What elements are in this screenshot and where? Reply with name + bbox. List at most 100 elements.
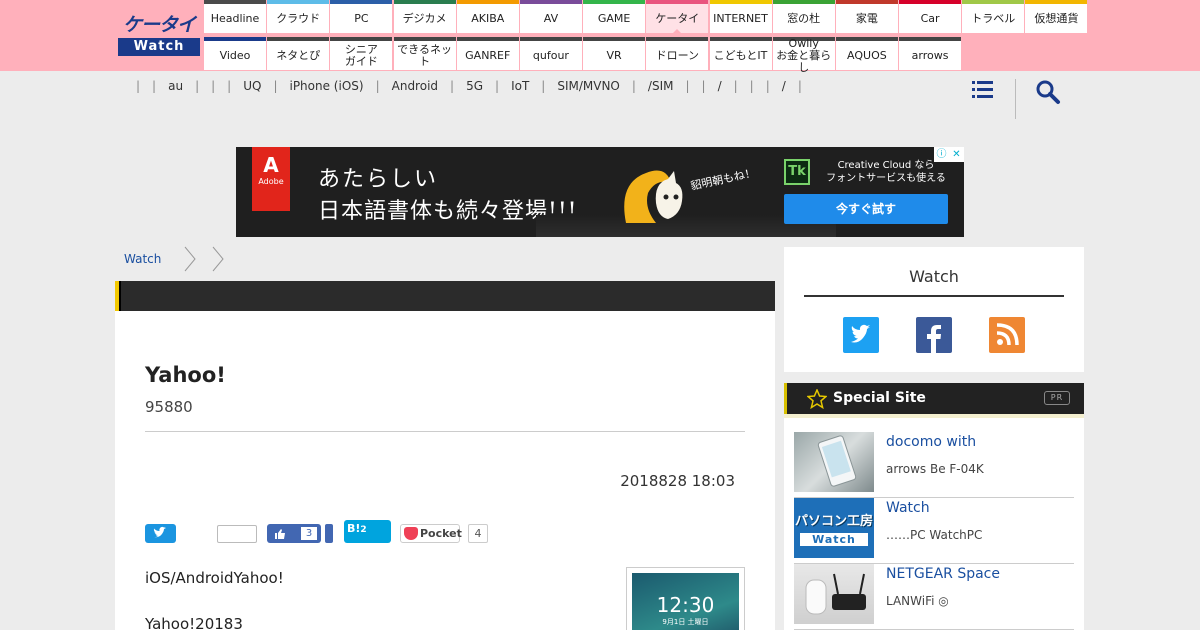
adobe-logo: A Adobe	[252, 147, 290, 211]
article-title: Yahoo!	[145, 363, 226, 387]
lockscreen-date: 9月1日 土曜日	[662, 618, 709, 626]
subnav-separator: |	[195, 79, 200, 93]
special-site-header: Special Site PR	[784, 383, 1084, 414]
special-site-item[interactable]: docomo with arrows Be F-04K	[794, 432, 1074, 498]
subnav-separator: |	[227, 79, 232, 93]
pocket-icon	[404, 527, 418, 540]
subnav-separator: |	[495, 79, 500, 93]
nav-item[interactable]: デジカメ	[393, 0, 456, 33]
nav-item[interactable]: AV	[519, 0, 582, 33]
like-count: 3	[301, 527, 317, 540]
subnav-separator: |	[685, 79, 690, 93]
nav-item[interactable]: PC	[330, 0, 393, 33]
nav-item[interactable]: Headline	[204, 0, 266, 33]
subnav-item[interactable]: IoT	[505, 79, 535, 93]
chevron-right-icon	[184, 246, 197, 272]
article-image[interactable]: 12:30 9月1日 土曜日	[626, 567, 745, 630]
breadcrumb-item[interactable]: Watch	[124, 252, 161, 266]
subnav-separator: |	[375, 79, 380, 93]
pocket-button[interactable]: Pocket	[400, 524, 462, 543]
chevron-right-icon	[212, 246, 225, 272]
breadcrumb: Watch	[124, 245, 239, 273]
twitter-icon	[851, 324, 870, 343]
nav-item[interactable]: arrows	[899, 37, 962, 70]
site-header: ケータイ Watch Headline クラウド PC デジカメ AKIBA AV GAME…	[0, 0, 1200, 73]
search-icon[interactable]	[1034, 78, 1062, 106]
ad-cta-button[interactable]: 今すぐ試す	[784, 194, 948, 224]
nav-item[interactable]: ネタとぴ	[267, 37, 330, 70]
nav-item[interactable]: Owlly お金と暮らし	[772, 37, 835, 73]
nav-item[interactable]: 窓の杜	[772, 0, 835, 33]
nav-item[interactable]: クラウド	[267, 0, 330, 33]
special-site-item[interactable]: パソコン工房 Watch Watch ……PC WatchPC	[794, 498, 1074, 564]
nav-item[interactable]: AQUOS	[835, 37, 898, 70]
rss-follow-button[interactable]	[989, 317, 1025, 353]
subnav-item[interactable]: iPhone (iOS)	[283, 79, 369, 93]
subnav-item[interactable]: /	[712, 79, 728, 93]
nav-item[interactable]: GANREF	[456, 37, 519, 70]
phone-image	[817, 435, 857, 487]
subnav-separator: |	[749, 79, 754, 93]
nav-item[interactable]: トラベル	[962, 0, 1025, 33]
subnav-separator: |	[765, 79, 770, 93]
subnav-separator: |	[450, 79, 455, 93]
site-logo[interactable]: ケータイ Watch	[118, 12, 200, 56]
nav-item[interactable]: Car	[899, 0, 962, 33]
subnav-item[interactable]: /SIM	[642, 79, 680, 93]
special-item-title[interactable]: docomo with	[886, 434, 976, 450]
router-thumbnail	[794, 564, 874, 624]
sub-nav: | | au | | | UQ | iPhone (iOS) | Android | 5G | IoT | SI…	[130, 79, 808, 93]
subnav-item[interactable]: Android	[386, 79, 444, 93]
follow-box: Watch	[784, 247, 1084, 372]
nav-item[interactable]: qufour	[519, 37, 582, 70]
logo-bottom-text: Watch	[118, 38, 200, 56]
facebook-icon	[927, 325, 941, 353]
special-site-item[interactable]: NETGEAR Space LANWiFi ◎	[794, 564, 1074, 630]
nav-item[interactable]: ドローン	[646, 37, 709, 70]
facebook-share-count	[217, 525, 257, 543]
nav-item[interactable]: ケータイ	[646, 0, 709, 34]
subnav-item[interactable]: UQ	[237, 79, 267, 93]
nav-item[interactable]: できるネット	[393, 37, 456, 70]
subnav-item[interactable]: au	[162, 79, 189, 93]
facebook-follow-button[interactable]	[916, 317, 952, 353]
facebook-like-button[interactable]: 3	[267, 524, 321, 543]
subnav-item[interactable]: /	[776, 79, 792, 93]
pc-koubou-thumbnail: パソコン工房 Watch	[794, 498, 874, 558]
menu-icon[interactable]	[968, 78, 996, 102]
star-icon	[807, 389, 827, 409]
hatena-bookmark-button[interactable]: B!2	[344, 520, 391, 543]
article-category-bar	[115, 281, 775, 311]
special-item-desc: LANWiFi ◎	[886, 594, 949, 608]
nav-item[interactable]: こどもとIT	[709, 37, 772, 70]
thumbnail-brand-text: パソコン工房	[794, 514, 873, 529]
category-nav-row-2: Video ネタとぴ シニア ガイド できるネット GANREF qufour VR ドローン…	[204, 37, 962, 73]
article-paragraph: Yahoo!20183	[145, 615, 243, 630]
special-item-title[interactable]: NETGEAR Space	[886, 566, 1000, 582]
phone-lock-screen-image: 12:30 9月1日 土曜日	[632, 573, 739, 630]
tweet-button[interactable]	[145, 524, 176, 543]
pr-badge: PR	[1044, 391, 1070, 405]
nav-item[interactable]: シニア ガイド	[330, 37, 393, 70]
divider	[804, 295, 1064, 297]
nav-item[interactable]: 家電	[835, 0, 898, 33]
ad-close-icon[interactable]: ✕	[949, 147, 964, 162]
subnav-separator: |	[211, 79, 216, 93]
ad-banner[interactable]: A Adobe あたらしい 日本語書体も続々登場!!! 貂明朝もね！ Tk Cre…	[236, 147, 964, 237]
nav-item[interactable]: Video	[204, 37, 266, 70]
nav-item[interactable]: INTERNET	[709, 0, 772, 33]
hatena-count: 2	[360, 525, 367, 535]
special-item-title[interactable]: Watch	[886, 500, 930, 516]
subnav-item[interactable]: SIM/MVNO	[551, 79, 626, 93]
nav-item[interactable]: GAME	[583, 0, 646, 33]
subnav-item[interactable]: 5G	[460, 79, 489, 93]
nav-item[interactable]: 仮想通貨	[1025, 0, 1088, 33]
nav-item[interactable]: VR	[583, 37, 646, 70]
ad-info-icon[interactable]: ⓘ	[934, 147, 949, 162]
twitter-follow-button[interactable]	[843, 317, 879, 353]
ad-cc-text: Creative Cloud なら フォントサービスも使える	[826, 160, 946, 184]
facebook-share-button[interactable]	[325, 524, 333, 543]
follow-title: Watch	[909, 267, 959, 286]
nav-item[interactable]: AKIBA	[456, 0, 519, 33]
divider	[145, 431, 745, 432]
